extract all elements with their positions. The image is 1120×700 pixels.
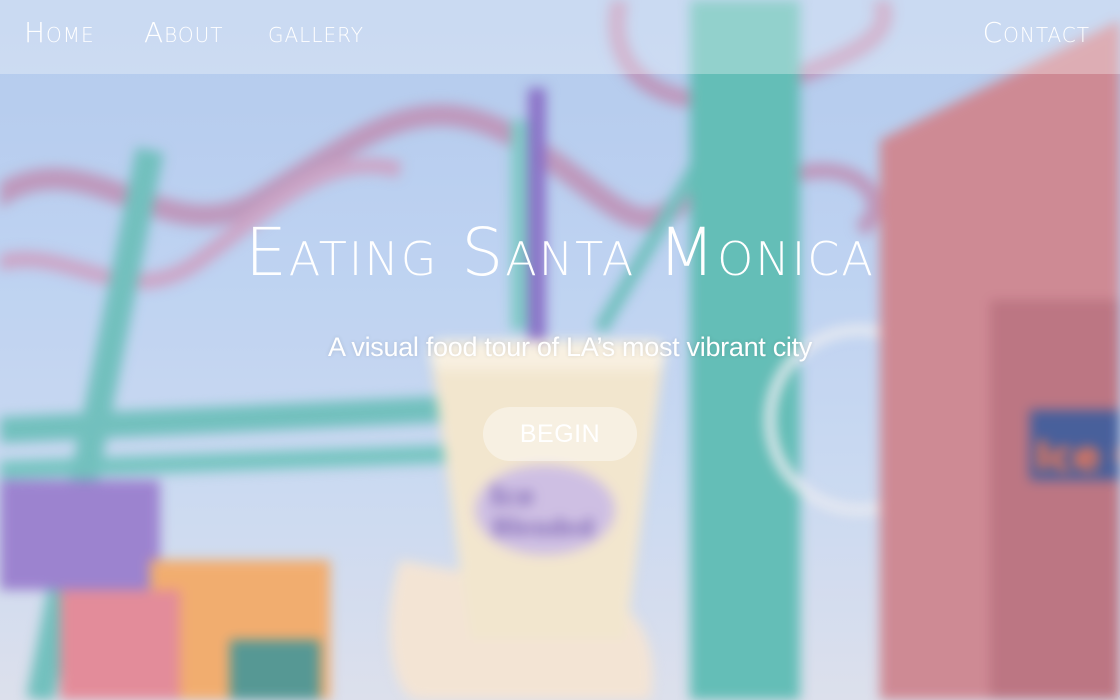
top-navigation-bar: Home About gallery Contact (0, 0, 1120, 74)
nav-link-home[interactable]: Home (24, 16, 95, 49)
nav-link-about[interactable]: About (144, 16, 224, 49)
hero-title: Eating Santa Monica (245, 214, 875, 291)
begin-button[interactable]: BEGIN (483, 407, 637, 461)
hero-subtitle: A visual food tour of LA’s most vibrant … (327, 332, 813, 362)
nav-link-contact[interactable]: Contact (983, 16, 1090, 49)
nav-link-gallery[interactable]: gallery (268, 16, 364, 49)
